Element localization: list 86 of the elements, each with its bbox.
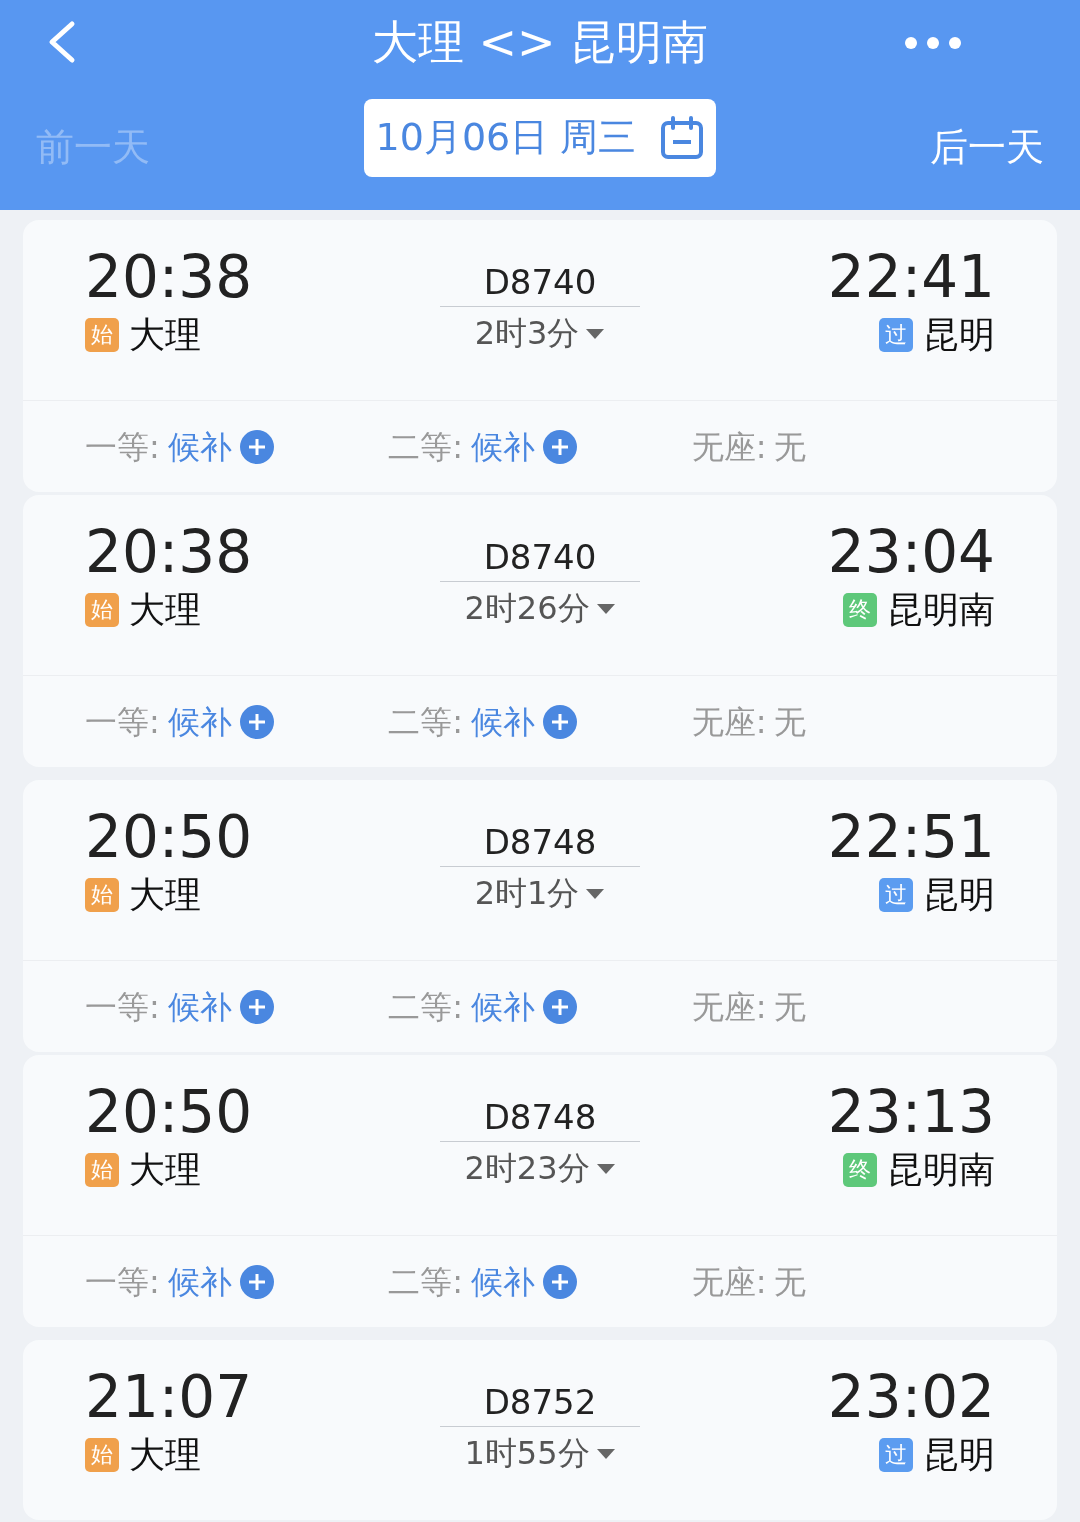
add-icon[interactable]	[239, 704, 274, 739]
availability-text: 无	[774, 426, 807, 468]
station-name: 大理	[129, 588, 201, 632]
arrival-time: 22:41	[827, 242, 995, 312]
seat-class-label: 二等:	[388, 701, 464, 743]
seat-class-label: 无座:	[691, 701, 767, 743]
waitlist-link[interactable]: 候补	[471, 982, 536, 1031]
station-name: 大理	[129, 1148, 201, 1192]
station-badge: 过	[879, 1438, 913, 1472]
seat-class-label: 一等:	[85, 986, 160, 1028]
train-number: D8752	[482, 1381, 598, 1424]
caret-icon	[595, 1448, 616, 1460]
caret-icon	[595, 1163, 616, 1175]
caret-icon	[585, 328, 606, 340]
train-card[interactable]: 21:07 始 大理 D8752 1时55分 23:02 过 昆明	[23, 1340, 1057, 1520]
duration-toggle[interactable]: 2时3分	[474, 313, 606, 353]
add-icon[interactable]	[543, 704, 578, 739]
availability-text: 无	[774, 1261, 807, 1303]
waitlist-link[interactable]: 候补	[167, 697, 232, 746]
add-icon[interactable]	[543, 429, 578, 464]
seat-class-label: 一等:	[85, 701, 160, 743]
waitlist-link[interactable]: 候补	[167, 1257, 232, 1306]
add-icon[interactable]	[239, 429, 274, 464]
departure-time: 20:50	[85, 802, 253, 872]
station-badge: 始	[85, 593, 119, 627]
station-name: 昆明南	[887, 1148, 995, 1192]
station-name: 大理	[129, 1433, 201, 1477]
date-picker[interactable]: 10月06日 周三	[364, 98, 716, 177]
waitlist-link[interactable]: 候补	[471, 422, 536, 471]
page-title: 大理 <> 昆明南	[371, 15, 709, 69]
add-icon[interactable]	[543, 1264, 578, 1299]
station-name: 大理	[129, 313, 201, 357]
arrival-time: 23:02	[827, 1362, 995, 1432]
train-card[interactable]: 20:50 始 大理 D8748 2时1分 22:51 过 昆明 一等: 候补 二等: 候补 无座: 无	[23, 780, 1057, 1052]
station-name: 昆明	[923, 873, 995, 917]
station-name: 昆明南	[887, 588, 995, 632]
caret-icon	[595, 603, 616, 615]
seat-class-label: 无座:	[691, 426, 767, 468]
calendar-icon	[660, 115, 705, 160]
seat-class-label: 一等:	[85, 1261, 160, 1303]
station-badge: 始	[85, 318, 119, 352]
station-badge: 始	[85, 1438, 119, 1472]
station-badge: 始	[85, 878, 119, 912]
station-badge: 始	[85, 1153, 119, 1187]
station-badge: 终	[843, 1153, 877, 1187]
waitlist-link[interactable]: 候补	[167, 422, 232, 471]
departure-time: 20:38	[85, 242, 253, 312]
station-badge: 过	[879, 318, 913, 352]
arrival-time: 23:13	[827, 1077, 995, 1147]
arrival-time: 22:51	[827, 802, 995, 872]
duration-toggle[interactable]: 1时55分	[464, 1433, 616, 1473]
train-card[interactable]: 20:38 始 大理 D8740 2时26分 23:04 终 昆明南 一等: 候补 二等: 候补 无座: 无	[23, 495, 1057, 767]
departure-time: 20:50	[85, 1077, 253, 1147]
waitlist-link[interactable]: 候补	[167, 982, 232, 1031]
caret-icon	[585, 888, 606, 900]
availability-text: 无	[774, 986, 807, 1028]
seat-class-label: 一等:	[85, 426, 160, 468]
seat-class-label: 无座:	[691, 1261, 767, 1303]
departure-time: 21:07	[85, 1362, 253, 1432]
add-icon[interactable]	[239, 1264, 274, 1299]
add-icon[interactable]	[543, 989, 578, 1024]
seat-class-label: 二等:	[388, 986, 464, 1028]
train-number: D8740	[482, 536, 598, 579]
seat-class-label: 无座:	[691, 986, 767, 1028]
train-card[interactable]: 20:38 始 大理 D8740 2时3分 22:41 过 昆明 一等: 候补 二等: 候补 无座: 无	[23, 220, 1057, 492]
seat-class-label: 二等:	[388, 426, 464, 468]
availability-text: 无	[774, 701, 807, 743]
train-number: D8740	[482, 261, 598, 304]
duration-toggle[interactable]: 2时23分	[464, 1148, 616, 1188]
add-icon[interactable]	[239, 989, 274, 1024]
train-number: D8748	[482, 1096, 598, 1139]
train-card[interactable]: 20:50 始 大理 D8748 2时23分 23:13 终 昆明南 一等: 候补 二等: 候补 无座: 无	[23, 1055, 1057, 1327]
station-name: 大理	[129, 873, 201, 917]
station-name: 昆明	[923, 313, 995, 357]
train-number: D8748	[482, 821, 598, 864]
duration-toggle[interactable]: 2时26分	[464, 588, 616, 628]
departure-time: 20:38	[85, 517, 253, 587]
seat-class-label: 二等:	[388, 1261, 464, 1303]
station-name: 昆明	[923, 1433, 995, 1477]
station-badge: 过	[879, 878, 913, 912]
duration-toggle[interactable]: 2时1分	[474, 873, 606, 913]
next-day-button[interactable]: 后一天	[930, 119, 1044, 176]
station-badge: 终	[843, 593, 877, 627]
arrival-time: 23:04	[827, 517, 995, 587]
waitlist-link[interactable]: 候补	[471, 697, 536, 746]
waitlist-link[interactable]: 候补	[471, 1257, 536, 1306]
